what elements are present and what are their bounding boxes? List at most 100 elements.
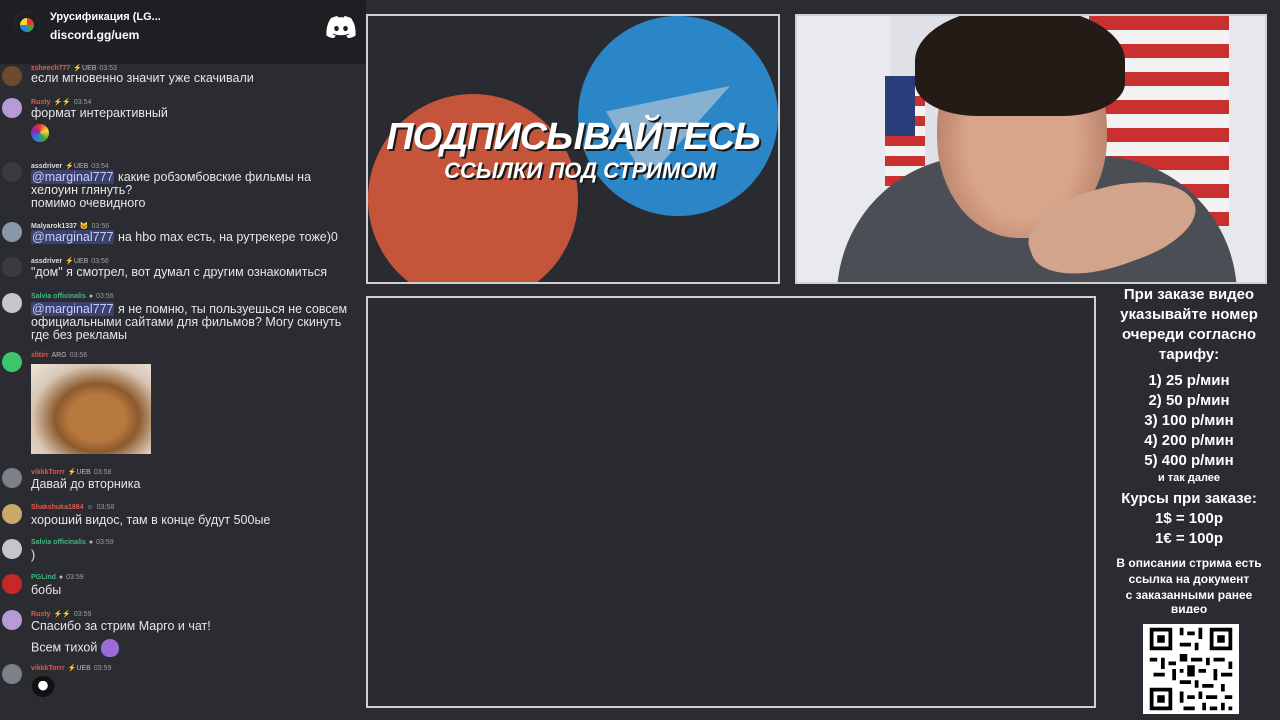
purple-heart-emote [100, 639, 119, 657]
streamer-hair [915, 16, 1125, 116]
user-badge: ● [88, 293, 94, 300]
description-note-line: В описании стрима есть [1116, 556, 1262, 570]
message-text: какие робзомбовские фильмы на [114, 170, 312, 184]
discord-logo-icon[interactable] [326, 16, 356, 38]
user-badge: ● [58, 574, 64, 581]
username[interactable]: vikkkTorrr [31, 469, 65, 476]
user-avatar[interactable] [2, 293, 22, 313]
rainbow-cat-emote [31, 124, 49, 142]
timestamp: 03:56 [96, 293, 114, 300]
timestamp: 03:59 [73, 611, 92, 618]
message-text: где без рекламы [31, 328, 127, 342]
username[interactable]: Rusty [31, 99, 50, 106]
tariff-line: 1) 25 р/мин [1148, 372, 1230, 389]
user-avatar[interactable] [2, 257, 22, 277]
timestamp: 03:56 [91, 223, 110, 230]
user-avatar[interactable] [2, 664, 22, 684]
username[interactable]: Salvia officinalis [31, 293, 86, 300]
timestamp: 03:56 [69, 352, 88, 359]
message-text: на hbo max есть, на рутрекере тоже)0 [114, 230, 338, 244]
user-avatar[interactable] [2, 98, 22, 118]
kitten-image[interactable] [31, 364, 151, 454]
timestamp: 03:54 [73, 99, 92, 106]
user-badge: ⚡UEB [67, 469, 91, 476]
order-heading-line: При заказе видео [1123, 286, 1255, 303]
server-name: Урусификация (LG... [50, 11, 161, 23]
rate-line: 1$ = 100р [1155, 510, 1223, 527]
user-badge: ⚡UEB [65, 258, 89, 265]
user-avatar[interactable] [2, 222, 22, 242]
user-badge: ⚡⚡ [53, 611, 71, 618]
user-badge: ⚡⚡ [53, 99, 71, 106]
rate-line: 1€ = 100р [1155, 530, 1223, 547]
user-badge: ⚡UEB [67, 665, 91, 672]
message-text: бобы [31, 583, 62, 597]
user-avatar[interactable] [2, 610, 22, 630]
user-avatar[interactable] [2, 66, 22, 86]
chat-panel: zsheech777 ⚡UEB 03:53 если мгновенно значи… [0, 64, 366, 720]
message-text: ) [31, 548, 36, 562]
message-text: если мгновенно значит уже скачивали [31, 71, 254, 85]
description-note-line: ссылка на документ [1128, 572, 1250, 586]
username[interactable]: assdriver [31, 258, 62, 265]
server-icon [14, 12, 40, 38]
user-badge: ARG [51, 352, 67, 359]
qr-code-icon[interactable] [1143, 624, 1239, 714]
user-avatar[interactable] [2, 468, 22, 488]
tariff-more: и так далее [1157, 472, 1221, 484]
order-info: При заказе видео указывайте номер очеред… [1100, 285, 1278, 613]
user-avatar[interactable] [2, 504, 22, 524]
username[interactable]: Rusty [31, 611, 50, 618]
user-avatar[interactable] [2, 539, 22, 559]
username[interactable]: Shakshuka1984 [31, 504, 84, 511]
tariff-line: 3) 100 р/мин [1144, 412, 1234, 429]
promo-title: ПОДПИСЫВАЙТЕСЬ [386, 116, 761, 158]
tariff-line: 2) 50 р/мин [1148, 392, 1230, 409]
timestamp: 03:59 [93, 665, 112, 672]
message-text: хороший видос, там в конце будут 500ые [31, 513, 271, 527]
server-invite-link[interactable]: discord.gg/uem [50, 28, 139, 42]
message-text: Всем тихой [31, 640, 98, 655]
user-badge: ⚡UEB [65, 163, 89, 170]
timestamp: 03:54 [91, 163, 109, 170]
user-avatar[interactable] [2, 574, 22, 594]
message-text: помимо очевидного [31, 196, 146, 210]
user-mention[interactable]: @marginal777 [31, 230, 115, 244]
message-text: Давай до вторника [31, 477, 141, 491]
description-note-line: видео [1170, 603, 1208, 613]
user-avatar[interactable] [2, 352, 22, 372]
timestamp: 03:58 [96, 504, 115, 511]
promo-panel: ПОДПИСЫВАЙТЕСЬ ССЫЛКИ ПОД СТРИМОМ [366, 14, 780, 284]
order-heading-line: очереди согласно [1121, 326, 1257, 343]
username[interactable]: vikkkTorrr [31, 665, 65, 672]
webcam-panel [795, 14, 1267, 284]
media-panel [366, 296, 1096, 708]
username[interactable]: Salvia officinalis [31, 539, 86, 546]
message-text: Спасибо за стрим Марго и чат! [31, 619, 211, 633]
bird-emote [31, 676, 55, 700]
flag-canton [885, 76, 915, 136]
order-heading-line: указывайте номер [1120, 306, 1258, 323]
username[interactable]: PGLind [31, 574, 56, 581]
username[interactable]: Malyarok1337 [31, 223, 77, 230]
username[interactable]: slitirr [31, 352, 49, 359]
user-avatar[interactable] [2, 162, 22, 182]
user-badge: 🐱 [79, 223, 89, 230]
message-text: формат интерактивный [31, 106, 168, 120]
description-note-line: с заказанными ранее [1125, 588, 1253, 602]
tariff-line: 5) 400 р/мин [1144, 452, 1234, 469]
discord-widget[interactable]: Урусификация (LG... discord.gg/uem [0, 0, 366, 64]
timestamp: 03:59 [66, 574, 84, 581]
user-mention[interactable]: @marginal777 [31, 170, 115, 184]
promo-subtitle: ССЫЛКИ ПОД СТРИМОМ [444, 158, 716, 183]
username[interactable]: assdriver [31, 163, 62, 170]
timestamp: 03:58 [93, 469, 112, 476]
timestamp: 03:56 [91, 258, 109, 265]
rates-heading: Курсы при заказе: [1121, 490, 1257, 507]
tariff-line: 4) 200 р/мин [1144, 432, 1234, 449]
timestamp: 03:59 [96, 539, 114, 546]
user-mention[interactable]: @marginal777 [31, 302, 115, 316]
message-text: я не помню, ты пользуешься не совсем [114, 302, 348, 316]
user-badge: ☺ [86, 504, 94, 511]
order-heading-line: тарифу: [1158, 346, 1220, 363]
